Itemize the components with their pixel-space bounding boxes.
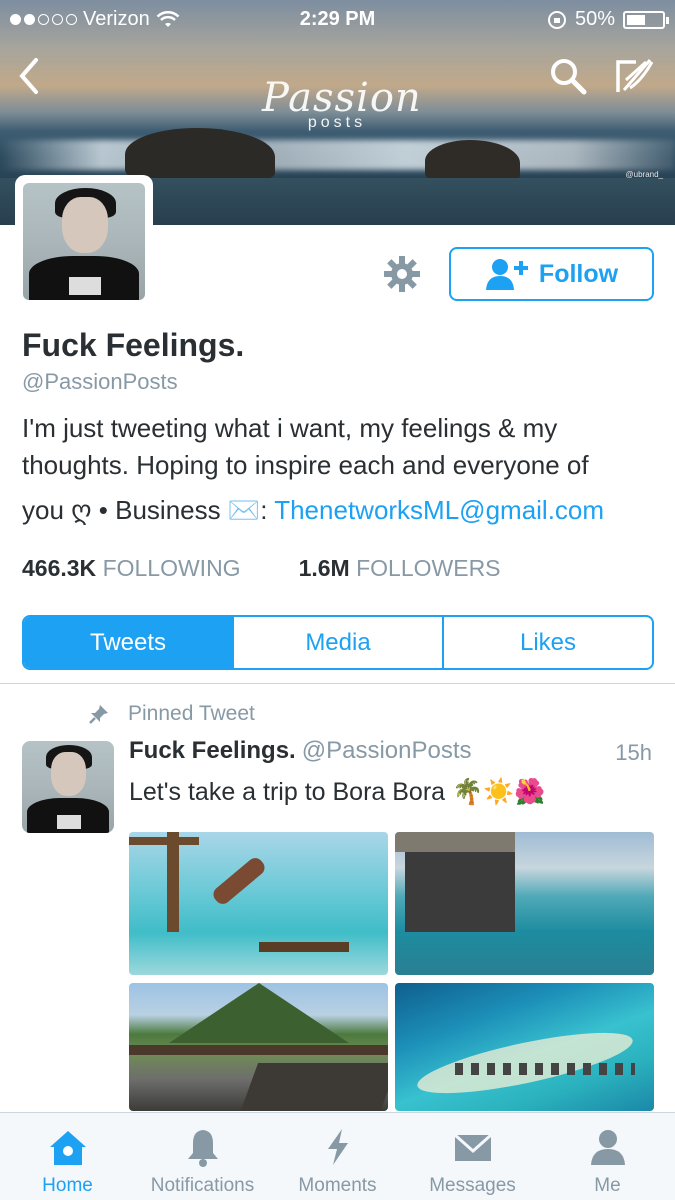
tweet-timestamp: 15h — [615, 740, 652, 765]
compose-tweet-button[interactable] — [612, 54, 656, 98]
nav-me[interactable]: Me — [540, 1113, 675, 1200]
profile-handle: @PassionPosts — [22, 369, 178, 394]
bottom-navigation: Home Notifications Moments Messages Me — [0, 1112, 675, 1200]
status-bar: Verizon 2:29 PM 50% — [0, 0, 675, 38]
tweet-photo-dock[interactable] — [129, 983, 388, 1111]
follow-button-label: Follow — [538, 259, 619, 288]
gear-icon — [384, 256, 420, 292]
profile-name: Fuck Feelings. — [22, 327, 245, 363]
followers-stat[interactable]: 1.6M FOLLOWERS — [299, 555, 501, 582]
banner-credit: @ubrand_ — [625, 170, 663, 179]
tab-likes[interactable]: Likes — [442, 617, 652, 668]
profile-bio: I'm just tweeting what i want, my feelin… — [22, 413, 605, 525]
person-icon — [590, 1130, 625, 1165]
add-user-icon — [485, 259, 528, 290]
bio-email-link[interactable]: ThenetworksML@gmail.com — [274, 495, 604, 525]
search-button[interactable] — [548, 56, 588, 96]
profile-stats: 466.3K FOLLOWING 1.6M FOLLOWERS — [22, 555, 501, 582]
bell-icon — [187, 1130, 218, 1167]
battery-percent: 50% — [574, 8, 615, 30]
lightning-icon — [327, 1129, 348, 1165]
compose-icon — [616, 59, 654, 92]
back-button[interactable] — [14, 56, 46, 96]
following-stat[interactable]: 466.3K FOLLOWING — [22, 555, 241, 582]
envelope-icon — [453, 1133, 492, 1161]
home-icon — [49, 1131, 86, 1165]
tweet-photo-aerial[interactable] — [395, 983, 654, 1111]
tab-media[interactable]: Media — [232, 617, 442, 668]
follow-button[interactable]: Follow — [449, 247, 654, 301]
nav-messages[interactable]: Messages — [405, 1113, 540, 1200]
nav-home[interactable]: Home — [0, 1113, 135, 1200]
tweet-photo-swing[interactable] — [129, 832, 388, 975]
tweet-avatar[interactable] — [22, 741, 114, 833]
search-icon — [551, 59, 587, 95]
battery-icon — [623, 10, 669, 29]
tab-tweets[interactable]: Tweets — [24, 617, 232, 668]
tweet-author-handle[interactable]: @PassionPosts — [302, 737, 472, 764]
profile-tabs: Tweets Media Likes — [22, 615, 654, 670]
tweet-header: Fuck Feelings. @PassionPosts 15h — [129, 737, 654, 765]
profile-avatar[interactable] — [15, 175, 153, 308]
tweet-author-name[interactable]: Fuck Feelings. — [129, 737, 296, 764]
orientation-lock-icon — [547, 10, 566, 29]
tweet-photo-bungalow[interactable] — [395, 832, 654, 975]
pinned-tweet-label: Pinned Tweet — [88, 702, 255, 726]
settings-button[interactable] — [382, 254, 422, 294]
nav-moments[interactable]: Moments — [270, 1113, 405, 1200]
tweet-text: Let's take a trip to Bora Bora 🌴☀️🌺 — [129, 778, 546, 806]
divider — [0, 683, 675, 684]
nav-notifications[interactable]: Notifications — [135, 1113, 270, 1200]
banner-logo: Passion posts — [262, 75, 422, 131]
chevron-left-icon — [19, 58, 38, 94]
pin-icon — [89, 705, 108, 724]
